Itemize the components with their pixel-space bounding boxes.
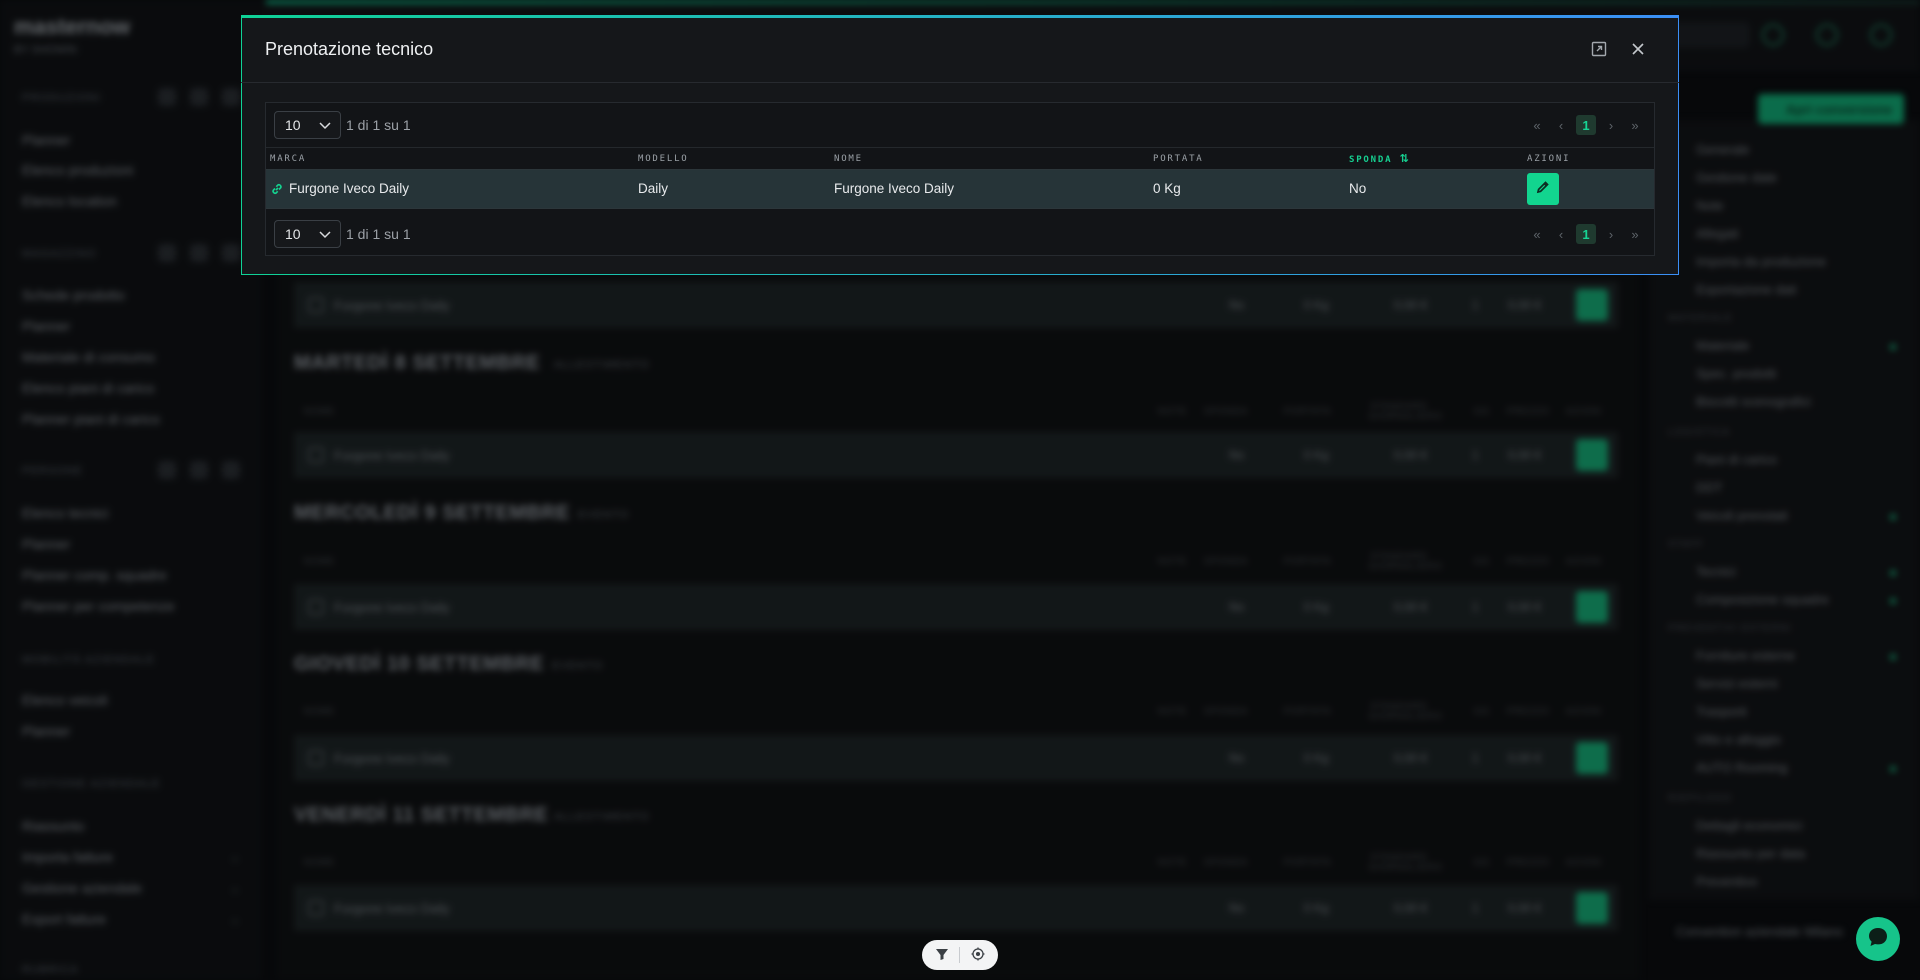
link-icon[interactable]	[270, 182, 284, 201]
per-page-select[interactable]: 10	[274, 220, 341, 248]
table-row[interactable]: Furgone Iveco Daily Daily Furgone Iveco …	[266, 169, 1654, 209]
expand-icon[interactable]	[1589, 39, 1609, 59]
next-page-icon[interactable]: ›	[1602, 225, 1620, 243]
page-info: 1 di 1 su 1	[346, 226, 411, 242]
pagination-controls: « ‹ 1 › »	[1528, 224, 1644, 244]
modal-title: Prenotazione tecnico	[265, 39, 434, 59]
prev-page-icon[interactable]: ‹	[1552, 225, 1570, 243]
close-icon[interactable]	[1628, 39, 1648, 59]
first-page-icon[interactable]: «	[1528, 225, 1546, 243]
cell-sponda: No	[1349, 181, 1367, 196]
next-page-icon[interactable]: ›	[1602, 116, 1620, 134]
per-page-select[interactable]: 10	[274, 111, 341, 139]
cell-modello: Daily	[638, 181, 669, 196]
pagination-bottom: 10 1 di 1 su 1 « ‹ 1 › »	[266, 212, 1654, 256]
column-modello[interactable]: MODELLO	[638, 154, 689, 164]
column-azioni: AZIONI	[1527, 153, 1571, 164]
chevron-down-icon	[318, 118, 332, 135]
cell-marca: Furgone Iveco Daily	[289, 181, 410, 196]
current-page-button[interactable]: 1	[1576, 224, 1596, 244]
page-info: 1 di 1 su 1	[346, 117, 411, 133]
last-page-icon[interactable]: »	[1626, 225, 1644, 243]
cell-nome: Furgone Iveco Daily	[834, 181, 955, 196]
column-nome[interactable]: NOME	[834, 154, 863, 164]
cell-portata: 0 Kg	[1153, 181, 1181, 196]
pencil-icon	[1536, 180, 1550, 199]
prenotazione-modal: Prenotazione tecnico 10 1 di 1 su 1 « ‹ …	[241, 15, 1679, 275]
edit-button[interactable]	[1527, 173, 1559, 205]
prev-page-icon[interactable]: ‹	[1552, 116, 1570, 134]
pagination-controls: « ‹ 1 › »	[1528, 115, 1644, 135]
pagination-top: 10 1 di 1 su 1 « ‹ 1 › »	[266, 103, 1654, 147]
modal-header: Prenotazione tecnico	[241, 15, 1679, 83]
floating-toolbar	[922, 940, 998, 970]
column-marca[interactable]: MARCA	[270, 154, 306, 164]
table-header: MARCA MODELLO NOME PORTATA SPONDA ⇅ AZIO…	[266, 147, 1654, 169]
last-page-icon[interactable]: »	[1626, 116, 1644, 134]
chat-icon	[1866, 925, 1890, 954]
column-portata[interactable]: PORTATA	[1153, 154, 1204, 164]
technician-table: 10 1 di 1 su 1 « ‹ 1 › » MARCA MODELLO N…	[265, 102, 1655, 256]
filter-icon[interactable]	[935, 947, 949, 964]
chevron-down-icon	[318, 227, 332, 244]
chat-button[interactable]	[1856, 917, 1900, 961]
first-page-icon[interactable]: «	[1528, 116, 1546, 134]
sort-icon: ⇅	[1399, 152, 1411, 165]
column-sponda[interactable]: SPONDA ⇅	[1349, 152, 1411, 165]
target-icon[interactable]	[971, 947, 985, 964]
current-page-button[interactable]: 1	[1576, 115, 1596, 135]
divider	[959, 947, 961, 963]
